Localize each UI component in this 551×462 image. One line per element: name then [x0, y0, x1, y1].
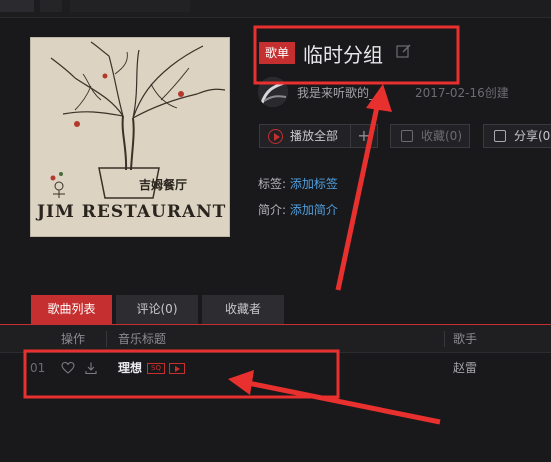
- intro-label: 简介:: [258, 203, 287, 217]
- play-all-button[interactable]: 播放全部: [259, 124, 351, 148]
- favorite-button[interactable]: 收藏(0): [390, 124, 470, 148]
- sq-quality-badge: SQ: [147, 363, 165, 374]
- cover-sign-text: 吉姆餐厅: [139, 178, 188, 192]
- top-strip: [0, 0, 551, 18]
- tab-comments[interactable]: 评论(0): [116, 295, 198, 324]
- top-strip-segment: [40, 0, 62, 12]
- cover-brand-text: JIM RESTAURANT: [37, 202, 227, 222]
- creator-avatar[interactable]: [258, 77, 288, 107]
- add-tags-link[interactable]: 添加标签: [290, 177, 338, 191]
- created-date: 2017-02-16创建: [415, 86, 509, 100]
- tab-subscribers[interactable]: 收藏者: [202, 295, 284, 324]
- favorite-label: 收藏(0): [421, 129, 462, 143]
- share-label: 分享(0): [514, 129, 551, 143]
- song-artist[interactable]: 赵雷: [453, 354, 477, 382]
- header-artist[interactable]: 歌手: [453, 325, 477, 353]
- song-table-header: 操作 音乐标题 歌手: [0, 325, 551, 353]
- column-divider: [444, 331, 445, 347]
- favorite-icon: [401, 130, 413, 142]
- song-title[interactable]: 理想: [118, 354, 142, 382]
- header-actions: 操作: [61, 332, 86, 346]
- edit-icon[interactable]: [396, 43, 412, 59]
- playlist-cover[interactable]: 吉姆餐厅 JIM RESTAURANT: [30, 37, 230, 237]
- mv-icon[interactable]: [169, 363, 185, 374]
- playlist-title: 临时分组: [303, 43, 383, 67]
- tags-row: 标签: 添加标签: [258, 175, 338, 192]
- creator-name[interactable]: 我是来听歌的_: [297, 84, 375, 101]
- play-icon: [268, 129, 283, 144]
- share-button[interactable]: 分享(0): [483, 124, 551, 148]
- top-strip-segment: [0, 0, 34, 12]
- playlist-badge: 歌单: [259, 42, 295, 64]
- header-title[interactable]: 音乐标题: [118, 325, 166, 353]
- avatar-image: [258, 77, 288, 107]
- add-intro-link[interactable]: 添加简介: [290, 203, 338, 217]
- row-index: 01: [30, 361, 46, 375]
- download-icon[interactable]: [84, 361, 98, 375]
- column-divider: [106, 331, 107, 347]
- table-row[interactable]: 01 理想 SQ 赵雷: [0, 354, 551, 382]
- top-strip-segment: [70, 0, 190, 12]
- tab-song-list[interactable]: 歌曲列表: [31, 295, 112, 324]
- add-to-queue-button[interactable]: +: [350, 124, 378, 148]
- heart-icon[interactable]: [61, 361, 75, 375]
- tags-label: 标签:: [258, 177, 287, 191]
- play-all-label: 播放全部: [290, 129, 339, 143]
- intro-row: 简介: 添加简介: [258, 201, 338, 218]
- share-icon: [494, 130, 506, 142]
- annotation-arrow-left: [247, 380, 441, 425]
